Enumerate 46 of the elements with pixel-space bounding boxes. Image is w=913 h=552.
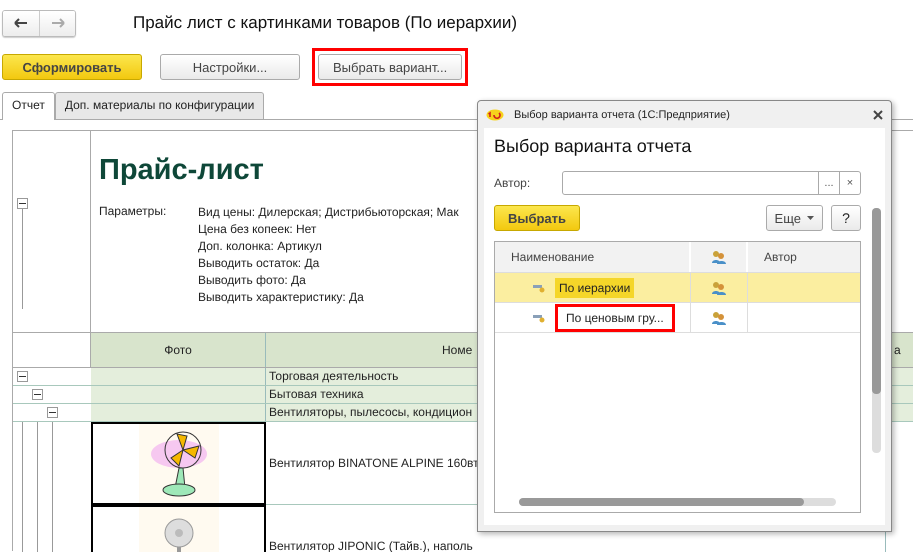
collapse-icon[interactable]	[17, 198, 28, 209]
variant-name: По иерархии	[555, 278, 634, 298]
column-header: Фото	[91, 333, 266, 367]
collapse-icon[interactable]	[32, 389, 43, 400]
window-title: Прайс лист с картинками товаров (По иерархии)	[133, 13, 518, 33]
help-button[interactable]: ?	[831, 205, 861, 231]
variant-name: По ценовым гру...	[555, 304, 675, 332]
users-icon	[710, 250, 726, 264]
author-field[interactable]	[562, 171, 819, 195]
collapse-icon[interactable]	[47, 407, 58, 418]
report-variant-icon	[533, 282, 545, 292]
right-arrow-icon	[50, 18, 64, 28]
collapse-icon[interactable]	[17, 371, 28, 382]
more-button[interactable]: Еще	[766, 205, 823, 231]
parameter-line: Цена без копеек: Нет	[198, 221, 318, 238]
author-label: Автор:	[494, 176, 532, 190]
parameter-line: Вид цены: Дилерская; Дистрибьюторская; Мак	[198, 204, 459, 221]
generate-button[interactable]: Сформировать	[2, 54, 142, 80]
parameters-label: Параметры:	[99, 204, 168, 220]
logo-icon	[486, 108, 504, 120]
variant-row[interactable]: По ценовым гру...	[495, 303, 860, 333]
close-icon[interactable]	[873, 110, 883, 120]
parameter-line: Выводить фото: Да	[198, 272, 307, 289]
report-title: Прайс-лист	[99, 154, 264, 187]
field-button[interactable]: ...	[819, 171, 840, 195]
tab[interactable]: Отчет	[2, 92, 55, 120]
toolbar-button[interactable]: Настройки...	[160, 54, 300, 80]
toolbar-button[interactable]: Выбрать вариант...	[318, 54, 462, 80]
dialog-title: Выбор варианта отчета (1С:Предприятие)	[514, 108, 731, 120]
column-header: Автор	[763, 249, 798, 266]
parameter-line: Доп. колонка: Артикул	[198, 238, 323, 255]
back-button[interactable]	[3, 10, 39, 36]
variant-row[interactable]: По иерархии	[495, 273, 860, 303]
parameter-line: Выводить характеристику: Да	[198, 289, 365, 306]
tab[interactable]: Доп. материалы по конфигурации	[54, 92, 264, 119]
users-icon	[711, 280, 727, 294]
caret-icon	[807, 216, 814, 220]
report-variant-icon	[533, 312, 545, 322]
left-arrow-icon	[14, 18, 28, 28]
field-button[interactable]: ×	[840, 171, 861, 195]
vertical-scrollbar[interactable]	[872, 208, 881, 453]
horizontal-scrollbar[interactable]	[519, 498, 836, 506]
dialog-heading: Выбор варианта отчета	[494, 136, 692, 157]
users-icon	[711, 310, 727, 324]
parameter-line: Выводить остаток: Да	[198, 255, 320, 272]
select-button[interactable]: Выбрать	[494, 205, 580, 231]
